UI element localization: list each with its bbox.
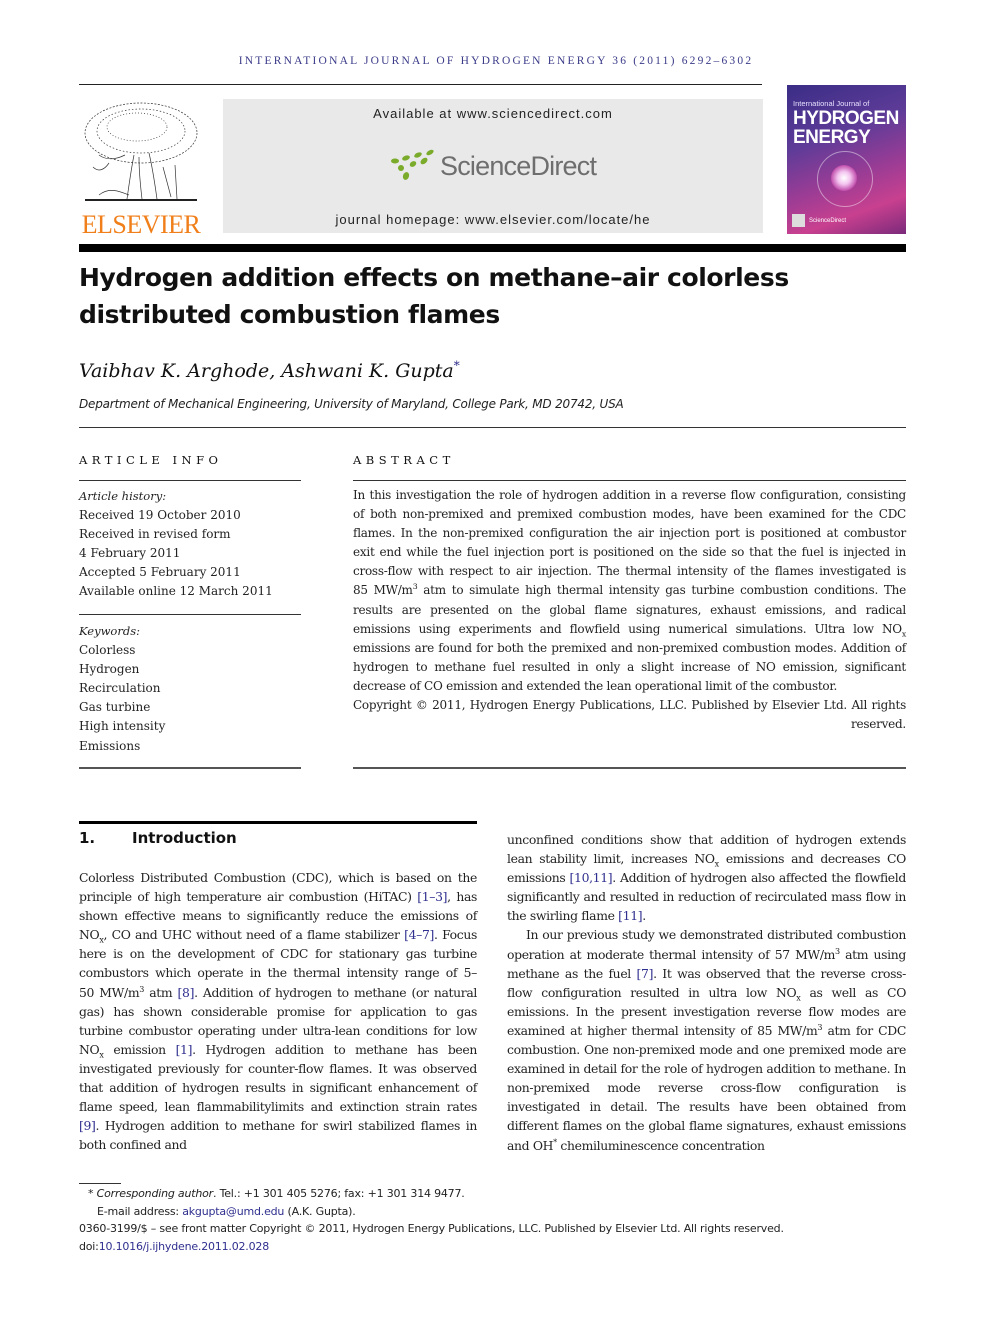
body-text: emission bbox=[103, 1041, 176, 1057]
keywords-list: Keywords: Colorless Hydrogen Recirculati… bbox=[79, 622, 301, 756]
sciencedirect-banner: Available at www.sciencedirect.com Scien… bbox=[223, 99, 763, 233]
cover-title-hydrogen: HYDROGEN bbox=[793, 108, 899, 129]
article-history-label: Article history: bbox=[79, 489, 167, 503]
body-text: chemiluminescence concentration bbox=[556, 1137, 765, 1153]
abstract-text: In this investigation the role of hydrog… bbox=[353, 488, 906, 598]
citation-link[interactable]: [10,11] bbox=[570, 870, 613, 885]
body-column-left: Colorless Distributed Combustion (CDC), … bbox=[79, 868, 477, 1154]
abstract-text: atm to simulate high thermal intensity g… bbox=[353, 583, 906, 636]
body-paragraph: In our previous study we demonstrated di… bbox=[507, 925, 906, 1154]
abstract-text: emissions are found for both the premixe… bbox=[353, 640, 906, 693]
subscript: x bbox=[901, 629, 906, 639]
keyword-item: Emissions bbox=[79, 738, 141, 753]
keyword-item: High intensity bbox=[79, 719, 166, 734]
section-heading-introduction: 1. Introduction bbox=[79, 829, 237, 847]
footnote-rule bbox=[79, 1183, 121, 1184]
doi-link[interactable]: 10.1016/j.ijhydene.2011.02.028 bbox=[99, 1240, 270, 1253]
email-label: E-mail address: bbox=[97, 1204, 183, 1218]
section-number: 1. bbox=[79, 829, 96, 847]
article-history: Article history: Received 19 October 201… bbox=[79, 487, 301, 602]
cover-journal-prefix: International Journal of bbox=[793, 99, 870, 108]
section-rule bbox=[79, 821, 477, 824]
body-paragraph: unconfined conditions show that addition… bbox=[507, 830, 906, 925]
article-title: Hydrogen addition effects on methane–air… bbox=[79, 259, 879, 333]
header-thick-rule bbox=[79, 244, 906, 252]
citation-link[interactable]: [1–3] bbox=[417, 889, 447, 904]
abstract-paragraph: In this investigation the role of hydrog… bbox=[353, 486, 906, 696]
abstract-copyright: Copyright © 2011, Hydrogen Energy Public… bbox=[353, 698, 906, 732]
cover-title-energy: ENERGY bbox=[793, 127, 871, 148]
authors-text: Vaibhav K. Arghode, Ashwani K. Gupta bbox=[79, 360, 454, 382]
article-title-line-1: Hydrogen addition effects on methane–air… bbox=[79, 263, 789, 292]
abstract-rule bbox=[353, 480, 906, 481]
history-item: Available online 12 March 2011 bbox=[79, 584, 273, 599]
body-text: . bbox=[642, 908, 646, 924]
body-text: atm for CDC combustion. One non-premixed… bbox=[507, 1022, 906, 1153]
keyword-item: Gas turbine bbox=[79, 700, 151, 715]
abstract-bottom-rule bbox=[353, 767, 906, 769]
sciencedirect-wordmark: ScienceDirect bbox=[440, 151, 597, 181]
sciencedirect-logo[interactable]: ScienceDirect bbox=[388, 145, 618, 187]
citation-link[interactable]: [11] bbox=[618, 908, 642, 923]
available-at-text[interactable]: Available at www.sciencedirect.com bbox=[223, 106, 763, 121]
history-item: Received in revised form bbox=[79, 527, 231, 542]
article-info-rule bbox=[79, 480, 301, 481]
header-rule bbox=[79, 84, 762, 85]
history-item: Accepted 5 February 2011 bbox=[79, 565, 241, 580]
front-matter-rule bbox=[79, 427, 906, 428]
doi-label: doi: bbox=[79, 1239, 99, 1253]
article-info-bottom-rule bbox=[79, 767, 301, 769]
citation-link[interactable]: [9] bbox=[79, 1118, 96, 1133]
history-keywords-rule bbox=[79, 614, 301, 615]
corresponding-author-footnote: * Corresponding author. Tel.: +1 301 405… bbox=[79, 1185, 919, 1203]
doi-line: doi:10.1016/j.ijhydene.2011.02.028 bbox=[79, 1238, 919, 1256]
keyword-item: Recirculation bbox=[79, 681, 161, 696]
citation-link[interactable]: [1] bbox=[176, 1042, 193, 1057]
citation-link[interactable]: [8] bbox=[178, 985, 195, 1000]
author-list: Vaibhav K. Arghode, Ashwani K. Gupta* bbox=[79, 360, 460, 382]
running-head: INTERNATIONAL JOURNAL OF HYDROGEN ENERGY… bbox=[238, 55, 754, 67]
body-text: , CO and UHC without need of a flame sta… bbox=[103, 927, 405, 943]
section-title: Introduction bbox=[132, 829, 237, 847]
email-link[interactable]: akgupta@umd.edu bbox=[182, 1205, 284, 1218]
body-column-right: unconfined conditions show that addition… bbox=[507, 830, 906, 1155]
journal-homepage-link[interactable]: journal homepage: www.elsevier.com/locat… bbox=[223, 212, 763, 227]
footnotes: * Corresponding author. Tel.: +1 301 405… bbox=[79, 1185, 919, 1255]
issn-copyright-line: 0360-3199/$ – see front matter Copyright… bbox=[79, 1222, 784, 1236]
footnote-marker: * bbox=[88, 1187, 94, 1200]
cover-sciencedirect-text: ScienceDirect bbox=[809, 218, 847, 224]
cover-orb-graphic bbox=[831, 165, 857, 191]
article-title-line-2: distributed combustion flames bbox=[79, 300, 500, 329]
corresponding-author-marker[interactable]: * bbox=[454, 359, 460, 373]
contact-details: . Tel.: +1 301 405 5276; fax: +1 301 314… bbox=[213, 1187, 465, 1200]
history-item: Received 19 October 2010 bbox=[79, 508, 241, 523]
citation-link[interactable]: [7] bbox=[637, 966, 654, 981]
email-footnote: E-mail address: akgupta@umd.edu (A.K. Gu… bbox=[79, 1203, 919, 1221]
history-item: 4 February 2011 bbox=[79, 546, 181, 561]
abstract-heading: ABSTRACT bbox=[353, 453, 455, 467]
elsevier-wordmark: ELSEVIER bbox=[81, 210, 201, 239]
body-paragraph: Colorless Distributed Combustion (CDC), … bbox=[79, 868, 477, 1154]
keyword-item: Hydrogen bbox=[79, 662, 140, 677]
sciencedirect-dots-icon bbox=[391, 149, 434, 180]
body-text: . Hydrogen addition to methane for swirl… bbox=[79, 1118, 477, 1153]
email-suffix: (A.K. Gupta). bbox=[284, 1204, 356, 1218]
article-info-heading: ARTICLE INFO bbox=[79, 453, 223, 467]
body-text: atm bbox=[144, 984, 178, 1000]
cover-he-logo-icon bbox=[792, 214, 805, 227]
citation-link[interactable]: [4–7] bbox=[404, 927, 434, 942]
abstract-body: In this investigation the role of hydrog… bbox=[353, 486, 906, 734]
journal-cover-image[interactable]: International Journal of HYDROGEN ENERGY… bbox=[787, 85, 906, 234]
keywords-label: Keywords: bbox=[79, 624, 140, 638]
corresponding-label: Corresponding author bbox=[96, 1187, 214, 1200]
keyword-item: Colorless bbox=[79, 643, 136, 658]
author-affiliation: Department of Mechanical Engineering, Un… bbox=[79, 397, 624, 411]
cover-journal-title: HYDROGEN ENERGY bbox=[793, 109, 899, 147]
